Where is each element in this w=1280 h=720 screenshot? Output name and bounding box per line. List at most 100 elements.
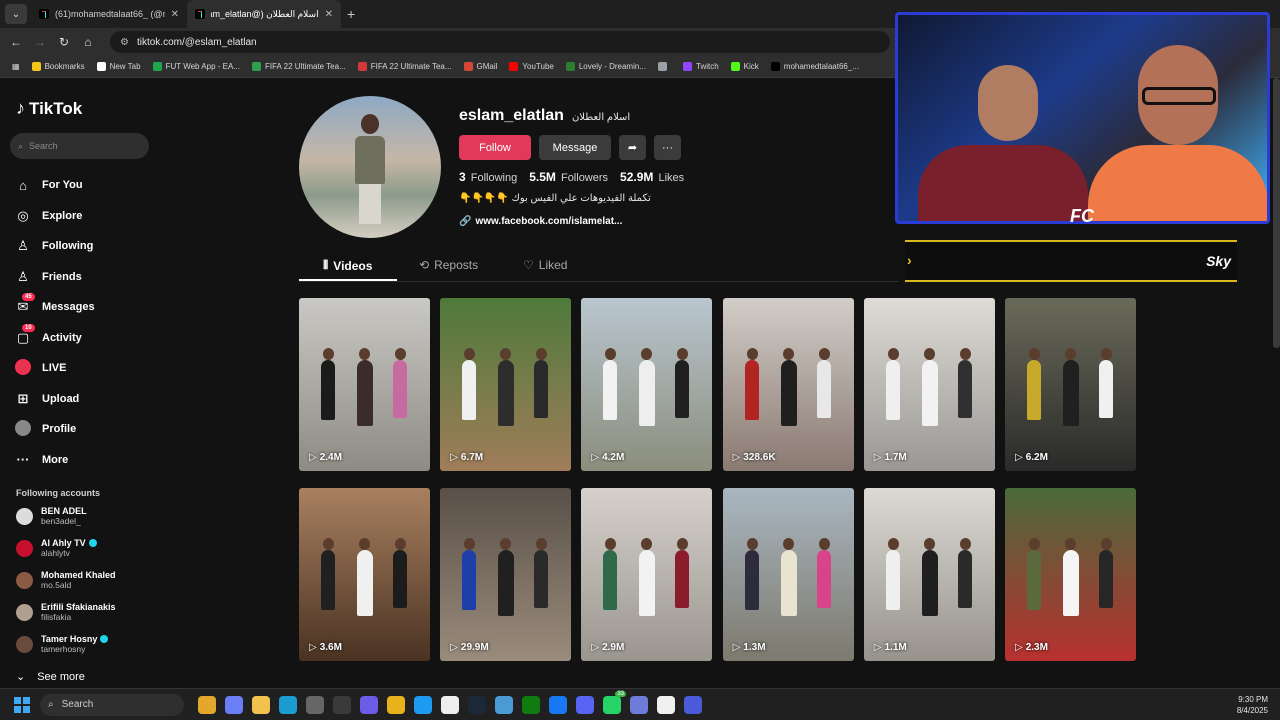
following-account-item[interactable]: BEN ADEL ben3adel_ [16, 506, 87, 526]
bars-icon: ⦀ [323, 258, 329, 272]
message-button[interactable]: Message [539, 135, 611, 160]
share-button[interactable]: ➦ [619, 135, 646, 160]
home-icon[interactable]: ⌂ [76, 35, 100, 49]
tab-videos[interactable]: ⦀ Videos [323, 258, 372, 273]
video-thumbnail[interactable]: ▷ 2.3M [1005, 487, 1136, 661]
following-account-item[interactable]: Al Ahly TV alahlytv [16, 538, 97, 558]
following-account-item[interactable]: Mohamed Khaled mo.5ald [16, 570, 116, 590]
sidebar-item-more[interactable]: ··· More [14, 445, 95, 476]
sidebar-item-upload[interactable]: ⊞ Upload [14, 384, 95, 415]
bookmark-label: Twitch [696, 62, 719, 71]
video-thumbnail[interactable]: ▷ 6.7M [440, 298, 572, 471]
notion-icon[interactable] [441, 695, 459, 714]
vpn-icon[interactable] [630, 695, 648, 714]
sidebar-item-friends[interactable]: ♙ Friends [14, 262, 95, 293]
play-icon: ▷ [732, 641, 741, 653]
bookmark-item[interactable]: YouTube [509, 62, 554, 71]
twitter-icon[interactable] [414, 695, 432, 714]
bookmark-item[interactable]: FIFA 22 Ultimate Tea... [357, 62, 452, 71]
video-thumbnail[interactable]: ▷ 29.9M [440, 487, 572, 661]
bookmark-item[interactable]: Bookmarks [31, 62, 85, 71]
capcut-icon[interactable] [657, 695, 675, 714]
video-thumbnail[interactable]: ▷ 1.1M [863, 487, 995, 661]
tab-liked[interactable]: ♡ Liked [523, 258, 567, 272]
sidebar-item-following[interactable]: ♙ Following [14, 231, 95, 262]
more-options-button[interactable]: ··· [654, 135, 681, 160]
folder-icon[interactable] [252, 695, 270, 714]
bookmark-item[interactable]: FUT Web App - EA... [152, 62, 240, 71]
tab-search-button[interactable]: ⌄ [5, 4, 27, 24]
back-arrow-icon[interactable]: ← [4, 35, 28, 49]
following-stat[interactable]: 3 Following [459, 170, 517, 184]
sidebar-item-messages[interactable]: ✉ 45 Messages [14, 292, 95, 323]
bookmark-item[interactable]: GMail [463, 62, 497, 71]
steam-icon[interactable] [468, 695, 486, 714]
bookmark-item[interactable]: FIFA 22 Ultimate Tea... [251, 62, 346, 71]
bookmark-label: New Tab [109, 62, 141, 71]
apps-grid-icon[interactable]: ▦ [12, 62, 20, 71]
site-info-icon[interactable]: ⚙ [120, 37, 129, 48]
following-account-item[interactable]: Tamer Hosny tamerhosny [16, 634, 109, 654]
tab-reposts[interactable]: ⟲ Reposts [419, 258, 478, 272]
sidebar-item-profile[interactable]: Profile [14, 414, 95, 445]
discord-icon[interactable] [576, 695, 594, 714]
reload-icon[interactable]: ↻ [52, 35, 76, 49]
avatar-figure [355, 114, 385, 224]
taskbar-search[interactable]: ⌕ Search [40, 693, 184, 716]
person-head [641, 537, 653, 550]
see-more-button[interactable]: ⌄ See more [16, 670, 85, 684]
logo-text: TikTok [29, 98, 83, 118]
bookmark-item[interactable]: Twitch [683, 62, 719, 71]
person-head [464, 537, 476, 550]
sidebar-item-explore[interactable]: ◎ Explore [14, 201, 95, 232]
video-thumbnail[interactable]: ▷ 328.6K [722, 298, 854, 471]
video-thumbnail[interactable]: ▷ 1.7M [863, 298, 995, 471]
video-thumbnail[interactable]: ▷ 2.4M [299, 298, 430, 471]
profile-link[interactable]: 🔗 www.facebook.com/islamelat... [459, 216, 622, 227]
person-head [536, 537, 548, 550]
profile-names: eslam_elatlan اسلام العطلان [459, 107, 630, 125]
windows-start-icon[interactable] [14, 696, 30, 713]
tab-close-icon[interactable]: ✕ [171, 9, 179, 20]
video-thumbnail[interactable]: ▷ 6.2M [1005, 298, 1136, 471]
facebook-icon[interactable] [549, 695, 567, 714]
tiktok-logo[interactable]: ♪ TikTok [16, 98, 82, 119]
sidebar-item-activity[interactable]: ▢ 10 Activity [14, 323, 95, 354]
monitor-icon[interactable] [495, 695, 513, 714]
video-thumbnail[interactable]: ▷ 2.9M [581, 487, 713, 661]
video-thumbnail[interactable]: ▷ 1.3M [722, 487, 854, 661]
forward-arrow-icon[interactable]: → [28, 35, 52, 49]
obs-icon[interactable] [360, 695, 378, 714]
person-figure [357, 549, 373, 616]
chrome-icon[interactable] [387, 695, 405, 714]
app-icon[interactable] [333, 695, 351, 714]
tab-close-icon[interactable]: ✕ [325, 9, 333, 20]
browser-tab-2-active[interactable]: اسلام العطلان (@eslam_elatlan) (61) ✕ [187, 0, 341, 28]
sidebar-item-live[interactable]: LIVE [14, 353, 95, 384]
edge-icon[interactable] [279, 695, 297, 714]
whatsapp-icon[interactable]: 33 [603, 690, 626, 714]
bookmark-item[interactable]: mohamedtalaat66_... [770, 62, 859, 71]
following-account-item[interactable]: Erifili Sfakianakis filisfakia [16, 602, 116, 622]
follow-button[interactable]: Follow [459, 135, 531, 160]
sidebar-item-for-you[interactable]: ⌂ For You [14, 170, 95, 201]
store-icon[interactable] [306, 695, 324, 714]
bookmark-item[interactable]: New Tab [96, 62, 141, 71]
browser-tab-1[interactable]: (61)mohamedtalaat66_ (@mohe ✕ [31, 0, 187, 28]
new-tab-button[interactable]: + [347, 6, 355, 22]
copilot-icon[interactable] [225, 695, 243, 714]
settings-icon[interactable] [684, 695, 702, 714]
video-thumbnail[interactable]: ▷ 4.2M [581, 298, 713, 471]
bookmark-item[interactable] [658, 62, 671, 71]
bookmark-item[interactable]: Lovely - Dreamin... [565, 62, 646, 71]
video-thumbnail[interactable]: ▷ 3.6M [299, 487, 430, 661]
search-input[interactable]: ⌕ Search [10, 133, 149, 159]
followers-stat[interactable]: 5.5M Followers [529, 170, 608, 184]
page-scrollbar[interactable] [1273, 78, 1280, 348]
person-figure [534, 360, 549, 418]
url-field[interactable]: ⚙ tiktok.com/@eslam_elatlan [110, 31, 890, 53]
bookmark-item[interactable]: Kick [730, 62, 759, 71]
file-explorer-icon[interactable] [198, 695, 216, 714]
system-clock[interactable]: 9:30 PM 8/4/2025 [1237, 694, 1268, 716]
xbox-icon[interactable] [522, 695, 540, 714]
